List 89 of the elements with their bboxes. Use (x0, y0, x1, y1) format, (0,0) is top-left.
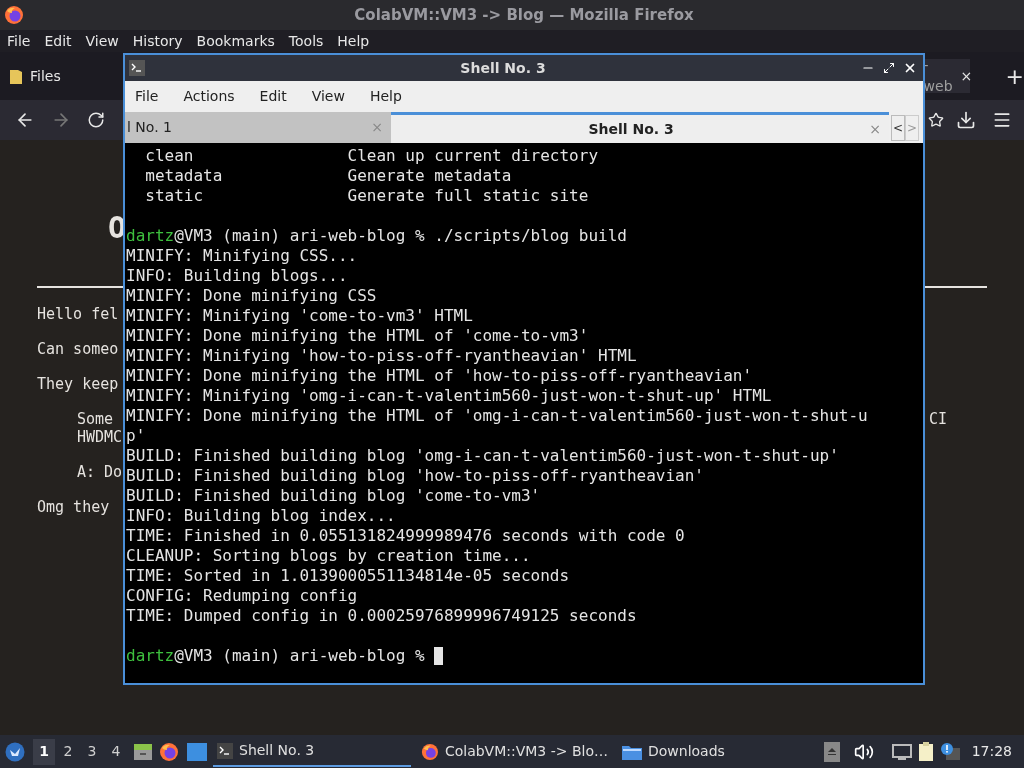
clock[interactable]: 17:28 (971, 741, 1012, 762)
prompt-user: dartz (126, 226, 175, 246)
terminal-line: MINIFY: Done minifying the HTML of 'how-to-piss-off-ryantheavian' (126, 366, 753, 385)
eject-icon[interactable] (823, 741, 840, 762)
terminal-line: TIME: Sorted in 1.0139000551134814e-05 seconds (126, 566, 570, 585)
terminal-line: CLEANUP: Sorting blogs by creation time... (126, 546, 531, 565)
terminal-line: MINIFY: Done minifying the HTML of 'omg-i-can-t-valentim560-just-won-t-shut-u (126, 406, 868, 425)
tab-close[interactable]: × (960, 65, 973, 87)
menu-item[interactable]: Help (337, 30, 370, 52)
window-title: Shell No. 3 (460, 58, 546, 78)
page-text: A: Do (77, 462, 123, 482)
terminal-line: MINIFY: Minifying 'come-to-vm3' HTML (126, 306, 473, 325)
menu-item[interactable]: Tools (288, 30, 324, 52)
scroll-left-button[interactable]: < (891, 114, 905, 141)
task-label: ColabVM::VM3 -> Blo… (444, 742, 608, 761)
firefox-icon (159, 741, 179, 762)
terminal-line: BUILD: Finished building blog 'how-to-piss-off-ryantheavian' (126, 466, 704, 485)
terminal-line: MINIFY: Minifying 'how-to-piss-off-ryantheavian' HTML (126, 346, 637, 365)
menu-item[interactable]: History (132, 30, 183, 52)
terminal-line: metadata Generate metadata (144, 166, 512, 185)
page-text: CI (928, 409, 947, 429)
page-text: Can someo (37, 339, 119, 359)
page-text: Hello fel (37, 304, 119, 324)
firefox-icon (421, 741, 439, 762)
menu-item[interactable]: Edit (44, 30, 72, 52)
folder-icon (622, 743, 642, 760)
task-label: Shell No. 3 (239, 741, 315, 760)
volume-icon[interactable] (853, 741, 874, 762)
terminal-line: clean Clean up current directory (144, 146, 598, 165)
terminal-line: TIME: Finished in 0.055131824999989476 seconds with code 0 (126, 526, 685, 545)
page-text: HWDMC (77, 427, 123, 447)
terminal-tab[interactable]: l No. 1 × (125, 112, 391, 143)
tab-label: Files (30, 66, 61, 86)
network-icon[interactable] (891, 743, 912, 760)
workspace-button[interactable]: 3 (81, 738, 103, 765)
firefox-icon (4, 5, 24, 25)
reload-icon[interactable] (87, 111, 105, 129)
workspace-button[interactable]: 1 (33, 738, 55, 765)
window-icon[interactable] (187, 742, 207, 761)
page-text: They keep (37, 374, 119, 394)
folder-icon (10, 68, 22, 84)
menu-icon[interactable] (992, 110, 1012, 130)
window-title: ColabVM::VM3 -> Blog — Mozilla Firefox (354, 4, 694, 26)
terminal-icon (217, 742, 233, 759)
maximize-icon[interactable] (883, 62, 895, 74)
page-text: Some (77, 409, 114, 429)
page-text: Omg they (37, 497, 110, 517)
tab-label: -web (923, 56, 953, 96)
terminal-line: MINIFY: Minifying CSS... (126, 246, 358, 265)
terminal-line: INFO: Building blog index... (126, 506, 396, 525)
menu-item[interactable]: View (311, 85, 345, 107)
menu-item[interactable]: Bookmarks (196, 30, 275, 52)
download-icon[interactable] (956, 110, 976, 130)
taskbar-task[interactable]: Downloads (618, 736, 729, 767)
terminal-icon (129, 60, 145, 76)
terminal-line: p' (126, 426, 146, 445)
start-menu-icon[interactable] (5, 741, 25, 762)
clipboard-icon[interactable] (917, 741, 936, 762)
file-cabinet-icon[interactable] (133, 741, 153, 762)
terminal-line: INFO: Building blogs... (126, 266, 348, 285)
tab-label: l No. 1 (127, 118, 173, 137)
terminal-line: MINIFY: Done minifying the HTML of 'come-to-vm3' (126, 326, 589, 345)
prompt-user: dartz (126, 646, 175, 666)
close-icon[interactable] (903, 61, 917, 75)
workspace-button[interactable]: 2 (57, 738, 79, 765)
terminal-line: @VM3 (main) ari-web-blog % ./scripts/blog build (174, 226, 627, 246)
taskbar-task[interactable]: ColabVM::VM3 -> Blo… (417, 736, 612, 767)
terminal-line: MINIFY: Done minifying CSS (126, 286, 377, 305)
terminal-line: @VM3 (main) ari-web-blog % (174, 646, 426, 666)
new-tab-button[interactable]: + (1005, 59, 1024, 93)
star-icon[interactable] (928, 112, 944, 128)
terminal-line: MINIFY: Minifying 'omg-i-can-t-valentim560-just-won-t-shut-up' HTML (126, 386, 772, 405)
menu-item[interactable]: Help (369, 85, 402, 107)
terminal-line: static Generate full static site (144, 186, 589, 205)
menu-item[interactable]: File (135, 85, 159, 107)
tab-label: Shell No. 3 (587, 119, 675, 139)
menu-item[interactable]: Actions (183, 85, 235, 107)
terminal-line: TIME: Dumped config in 0.00025976899996749125 seconds (126, 606, 637, 625)
workspace-button[interactable]: 4 (105, 738, 127, 765)
menu-item[interactable]: View (85, 30, 119, 52)
browser-tab[interactable]: Files (0, 59, 116, 93)
task-label: Downloads (648, 742, 725, 761)
terminal-line: BUILD: Finished building blog 'omg-i-can-t-valentim560-just-won-t-shut-up' (126, 446, 839, 465)
menu-item[interactable]: File (7, 30, 31, 52)
terminal-line: BUILD: Finished building blog 'come-to-vm3' (126, 486, 541, 505)
taskbar-task[interactable]: Shell No. 3 (213, 736, 411, 767)
terminal-line: CONFIG: Redumping config (126, 586, 358, 605)
menu-item[interactable]: Edit (259, 85, 287, 107)
notification-icon[interactable] (939, 741, 960, 762)
